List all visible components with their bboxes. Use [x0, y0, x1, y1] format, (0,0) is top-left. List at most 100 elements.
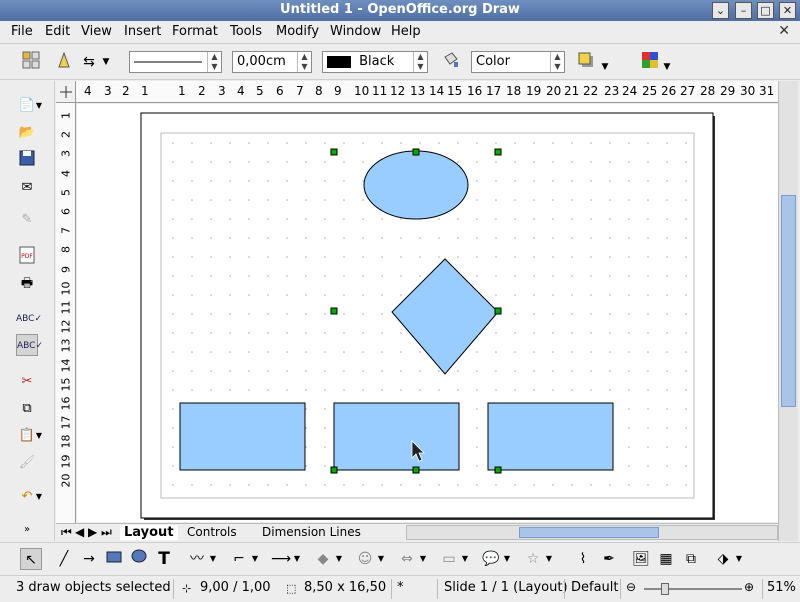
- line-width-field[interactable]: 0,00cm ▲ ▼: [232, 51, 312, 73]
- line-width-spin-icon[interactable]: ▲ ▼: [297, 52, 311, 72]
- handle-middle-left[interactable]: [330, 307, 338, 315]
- draw-rectangle-icon[interactable]: [103, 548, 125, 570]
- menu-insert[interactable]: Insert: [124, 24, 161, 39]
- curve-dropdown-icon[interactable]: ▼: [208, 548, 218, 570]
- area-color-icon[interactable]: [639, 51, 661, 73]
- tab-controls[interactable]: Controls: [187, 525, 237, 539]
- toolbar-overflow-icon[interactable]: ▼: [661, 56, 673, 78]
- handle-top-left[interactable]: [330, 148, 338, 156]
- email-icon[interactable]: ✉: [16, 177, 38, 199]
- draw-ellipse-icon[interactable]: [128, 548, 150, 570]
- arrange-icon[interactable]: ⬗: [712, 548, 734, 570]
- menu-modify[interactable]: Modify: [276, 24, 319, 39]
- basic-shapes-icon[interactable]: ◆: [312, 548, 334, 570]
- zoom-slider[interactable]: [644, 588, 742, 590]
- cut-icon[interactable]: ✂: [16, 371, 38, 393]
- select-arrow-icon[interactable]: ↖: [20, 548, 42, 570]
- stars-icon[interactable]: ☆: [522, 548, 544, 570]
- line-style-spin-icon[interactable]: ▲ ▼: [207, 52, 221, 72]
- lines-arrows-dropdown-icon[interactable]: ▼: [292, 548, 302, 570]
- open-icon[interactable]: 📂: [16, 122, 38, 144]
- line-icon[interactable]: [53, 51, 75, 73]
- rectangle-shape-middle[interactable]: [333, 402, 460, 471]
- glue-points-icon[interactable]: ✒: [598, 548, 620, 570]
- close-window-icon[interactable]: ✕: [779, 2, 796, 19]
- ellipse-shape[interactable]: [363, 150, 469, 220]
- basic-shapes-dropdown-icon[interactable]: ▼: [334, 548, 344, 570]
- flowchart-icon[interactable]: ▭: [438, 548, 460, 570]
- horizontal-scrollbar[interactable]: [406, 525, 778, 540]
- line-style-select[interactable]: ▲ ▼: [129, 51, 222, 73]
- clone-formatting-icon[interactable]: 🖌: [16, 452, 38, 474]
- horizontal-scroll-thumb[interactable]: [519, 527, 659, 538]
- edit-file-icon[interactable]: ✎: [16, 209, 38, 231]
- handle-bottom-left[interactable]: [330, 466, 338, 474]
- minimize-icon[interactable]: –: [735, 2, 752, 19]
- zoom-slider-thumb[interactable]: [661, 583, 669, 595]
- zoom-out-icon[interactable]: ⊖: [626, 580, 636, 594]
- print-icon[interactable]: 🖶: [16, 273, 38, 295]
- connector-tool-icon[interactable]: ⌐: [228, 548, 250, 570]
- undo-dropdown-icon[interactable]: ▼: [34, 486, 44, 508]
- zoom-in-icon[interactable]: ⊕: [744, 580, 754, 594]
- vertical-scroll-thumb[interactable]: [781, 195, 796, 407]
- menu-tools[interactable]: Tools: [230, 24, 262, 39]
- shadow-icon[interactable]: [575, 51, 597, 73]
- draw-arrow-icon[interactable]: →: [78, 548, 100, 570]
- tab-nav-last-icon[interactable]: ⏭: [101, 525, 112, 540]
- vertical-scrollbar[interactable]: [778, 81, 798, 541]
- arrow-style-icon[interactable]: ⇆: [78, 51, 100, 73]
- symbol-shapes-icon[interactable]: ☺: [354, 548, 376, 570]
- symbol-shapes-dropdown-icon[interactable]: ▼: [376, 548, 386, 570]
- block-arrows-dropdown-icon[interactable]: ▼: [418, 548, 428, 570]
- points-icon[interactable]: ⌇: [572, 548, 594, 570]
- from-file-icon[interactable]: 🖼: [630, 548, 652, 570]
- menu-edit[interactable]: Edit: [45, 24, 70, 39]
- handle-top-right[interactable]: [494, 148, 502, 156]
- callouts-dropdown-icon[interactable]: ▼: [502, 548, 512, 570]
- connector-dropdown-icon[interactable]: ▼: [250, 548, 260, 570]
- handle-bottom-right[interactable]: [494, 466, 502, 474]
- menu-help[interactable]: Help: [391, 24, 421, 39]
- shadow-dropdown-icon[interactable]: ▼: [599, 56, 611, 78]
- handle-top-center[interactable]: [412, 148, 420, 156]
- area-style-select[interactable]: Color ▲ ▼: [471, 51, 565, 73]
- curve-tool-icon[interactable]: 〰: [186, 548, 208, 570]
- flowchart-dropdown-icon[interactable]: ▼: [460, 548, 470, 570]
- rectangle-shape-right[interactable]: [487, 402, 614, 471]
- save-icon[interactable]: [16, 149, 38, 171]
- spellcheck-icon[interactable]: ABC✓: [16, 308, 42, 330]
- line-color-select[interactable]: Black ▲ ▼: [322, 51, 428, 73]
- menu-window[interactable]: Window: [330, 24, 381, 39]
- draw-line-icon[interactable]: ╱: [53, 548, 75, 570]
- rectangle-shape-left[interactable]: [179, 402, 306, 471]
- tab-nav-next-icon[interactable]: ▶: [88, 525, 97, 539]
- toolbar-more-icon[interactable]: »: [16, 519, 38, 541]
- handle-middle-right[interactable]: [494, 307, 502, 315]
- handle-bottom-center[interactable]: [412, 466, 420, 474]
- menu-file[interactable]: File: [11, 24, 33, 39]
- close-document-icon[interactable]: ✕: [778, 23, 790, 39]
- area-style-spin-icon[interactable]: ▲ ▼: [550, 52, 564, 72]
- tab-nav-prev-icon[interactable]: ◀: [75, 525, 84, 539]
- maximize-icon[interactable]: □: [757, 2, 774, 19]
- tab-dimension-lines[interactable]: Dimension Lines: [262, 525, 361, 539]
- stars-dropdown-icon[interactable]: ▼: [544, 548, 554, 570]
- line-color-spin-icon[interactable]: ▲ ▼: [413, 52, 427, 72]
- block-arrows-icon[interactable]: ⇔: [396, 548, 418, 570]
- paste-dropdown-icon[interactable]: ▼: [34, 425, 44, 447]
- gallery-icon[interactable]: ▦: [655, 548, 677, 570]
- lines-arrows-icon[interactable]: ⟶: [270, 548, 292, 570]
- callouts-icon[interactable]: 💬: [480, 548, 502, 570]
- area-icon[interactable]: [440, 51, 462, 73]
- tab-layout[interactable]: Layout: [120, 525, 178, 540]
- new-dropdown-icon[interactable]: ▼: [34, 95, 44, 117]
- menu-view[interactable]: View: [81, 24, 112, 39]
- autospellcheck-icon[interactable]: ABC✓: [16, 334, 43, 356]
- export-pdf-icon[interactable]: PDF: [16, 246, 38, 268]
- drawing-canvas[interactable]: [77, 104, 778, 522]
- styles-icon[interactable]: [20, 51, 42, 73]
- menu-format[interactable]: Format: [172, 24, 218, 39]
- arrow-style-dropdown-icon[interactable]: ▼: [100, 51, 112, 73]
- text-tool-icon[interactable]: T: [153, 548, 175, 570]
